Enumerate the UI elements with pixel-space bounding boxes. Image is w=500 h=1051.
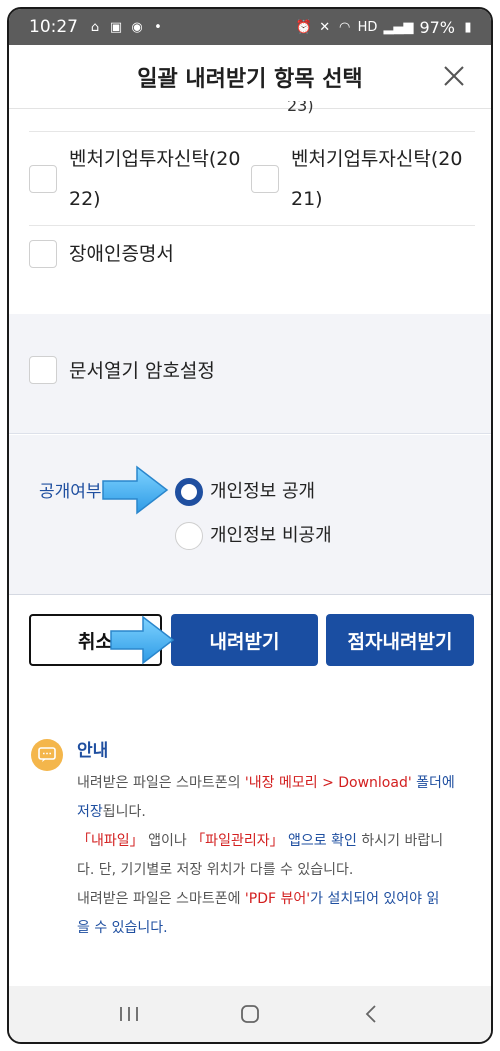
status-right-icons: ⏰ ✕ ◠ HD ▂▄▆ 97% ▮: [295, 18, 475, 37]
notice-line: 을 수 있습니다.: [77, 914, 477, 943]
status-left-icons: ⌂ ▣ ◉ •: [88, 20, 165, 35]
divider: [29, 131, 475, 132]
mute-icon: ✕: [319, 19, 331, 35]
notice-highlight: 을 수 있습니다.: [77, 920, 168, 936]
chat-status-icon: ◉: [131, 19, 143, 35]
notice-text: 다. 단, 기기별로 저장 위치가 다를 수 있습니다.: [77, 862, 354, 878]
disclosure-panel: [9, 435, 491, 595]
status-time: 10:27: [29, 17, 78, 37]
notice-text: 내려받은 파일은 스마트폰에: [77, 891, 245, 907]
password-label: 문서열기 암호설정: [69, 360, 215, 382]
divider: [29, 225, 475, 226]
image-status-icon: ▣: [109, 19, 123, 35]
dot-icon: •: [154, 19, 162, 35]
notice-text: 앱이나: [143, 833, 192, 849]
radio-public-label: 개인정보 공개: [210, 481, 316, 502]
status-bar: 10:27 ⌂ ▣ ◉ • ⏰ ✕ ◠ HD ▂▄▆ 97% ▮: [9, 9, 491, 45]
notice-highlight: 앱으로 확인: [283, 833, 357, 849]
notice-line: 내려받은 파일은 스마트폰의 '내장 메모리 > Download' 폴더에: [77, 769, 477, 798]
recent-apps-icon[interactable]: [109, 999, 149, 1029]
notice-highlight: 가 설치되어 있어야 읽: [310, 891, 440, 907]
notice-text: 내려받은 파일은 스마트폰의: [77, 775, 245, 791]
notice-highlight: 「파일관리자」: [191, 833, 284, 849]
radio-private-label: 개인정보 비공개: [210, 525, 332, 546]
notice-body: 내려받은 파일은 스마트폰의 '내장 메모리 > Download' 폴더에 저…: [77, 769, 477, 943]
home-status-icon: ⌂: [90, 19, 100, 35]
item3-label: 장애인증명서: [69, 243, 174, 265]
wifi-icon: ◠: [338, 19, 351, 35]
braille-download-button[interactable]: 점자내려받기: [326, 614, 474, 666]
phone-frame: 10:27 ⌂ ▣ ◉ • ⏰ ✕ ◠ HD ▂▄▆ 97% ▮ 일괄 내려받기…: [7, 7, 493, 1044]
battery-level: 97%: [419, 17, 455, 37]
notice-highlight: '내장 메모리 > Download': [244, 775, 412, 791]
notice-highlight: 폴더에: [411, 775, 455, 791]
download-button[interactable]: 내려받기: [171, 614, 318, 666]
hd-icon: HD: [357, 19, 378, 35]
signal-icon: ▂▄▆: [383, 19, 414, 35]
arrow-annotation-icon: [110, 615, 175, 665]
partial-item-label: 23): [287, 101, 314, 115]
battery-icon: ▮: [464, 19, 472, 35]
notice-icon: [31, 739, 63, 771]
back-icon[interactable]: [351, 999, 391, 1029]
alarm-icon: ⏰: [295, 19, 312, 35]
item3-checkbox[interactable]: [29, 240, 57, 268]
notice-highlight: 저장: [77, 804, 103, 820]
close-icon[interactable]: [439, 61, 469, 91]
notice-highlight: 'PDF 뷰어': [244, 891, 311, 907]
notice-text: 됩니다.: [102, 804, 146, 820]
notice-line: 내려받은 파일은 스마트폰에 'PDF 뷰어'가 설치되어 있어야 읽: [77, 885, 477, 914]
notice-line: 저장됩니다.: [77, 798, 477, 827]
notice-line: 「내파일」 앱이나 「파일관리자」 앱으로 확인 하시기 바랍니: [77, 827, 477, 856]
item2-checkbox[interactable]: [251, 165, 279, 193]
page-title: 일괄 내려받기 항목 선택: [137, 66, 363, 92]
radio-public[interactable]: [175, 478, 203, 506]
item2-label-line2: 21): [291, 188, 323, 210]
notice-title: 안내: [77, 741, 109, 761]
disclosure-label: 공개여부: [39, 482, 102, 502]
radio-private[interactable]: [175, 522, 203, 550]
item1-label-line2: 22): [69, 188, 101, 210]
arrow-annotation-icon: [102, 465, 169, 515]
dialog-header: 일괄 내려받기 항목 선택: [9, 45, 491, 109]
system-nav-bar: [9, 986, 491, 1042]
notice-line: 다. 단, 기기별로 저장 위치가 다를 수 있습니다.: [77, 856, 477, 885]
notice-highlight: 「내파일」: [77, 833, 144, 849]
item1-checkbox[interactable]: [29, 165, 57, 193]
item2-label-line1: 벤처기업투자신탁(20: [291, 148, 463, 170]
password-checkbox[interactable]: [29, 356, 57, 384]
home-icon[interactable]: [230, 999, 270, 1029]
notice-text: 하시기 바랍니: [356, 833, 444, 849]
item1-label-line1: 벤처기업투자신탁(20: [69, 148, 241, 170]
